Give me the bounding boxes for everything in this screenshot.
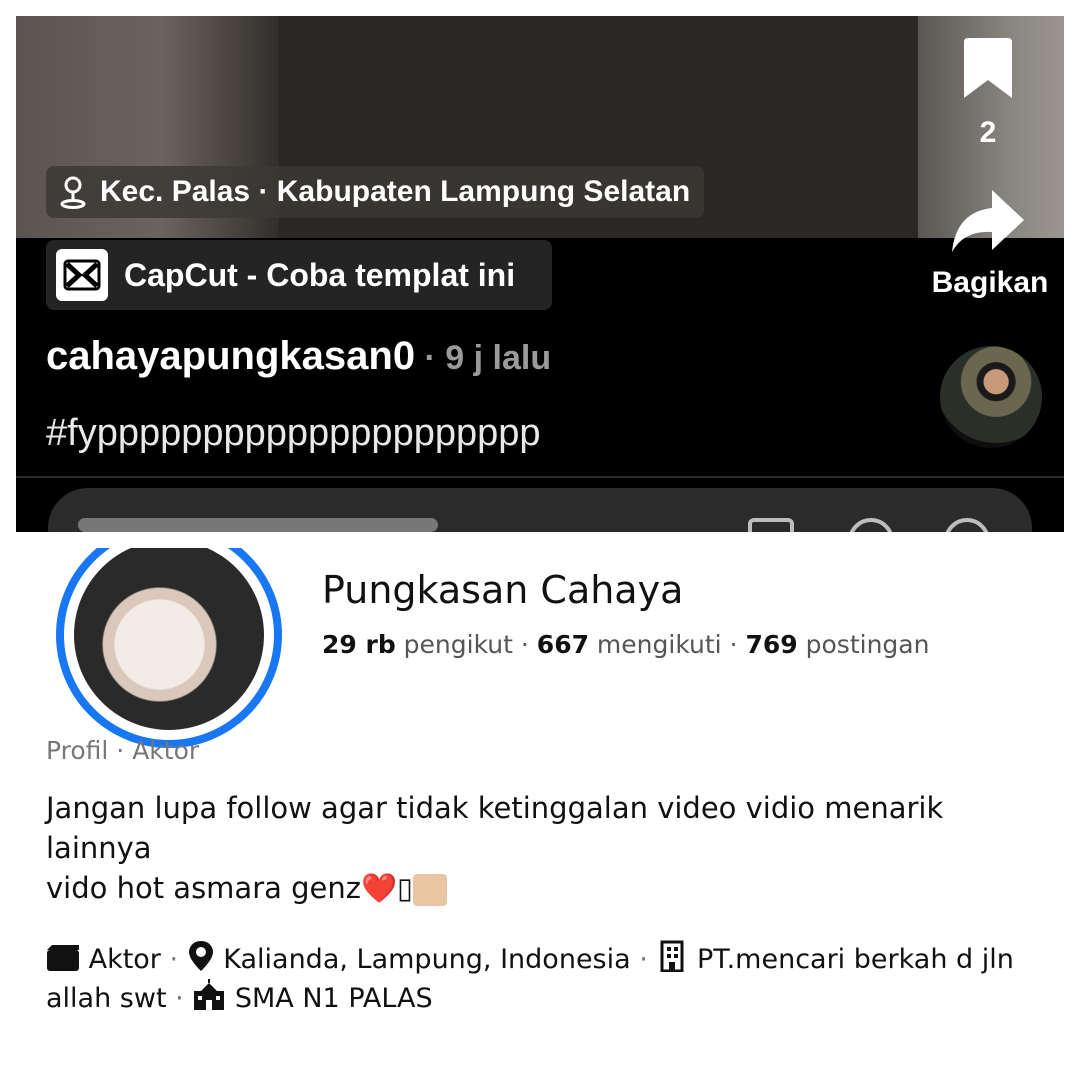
profile-photo — [74, 548, 264, 730]
location-label: Kec. Palas · Kabupaten Lampung Selatan — [100, 175, 691, 208]
bookmark-button[interactable] — [960, 36, 1016, 102]
profile-category: Profil · Aktor — [46, 736, 200, 765]
missing-glyph: ▯ — [397, 871, 414, 905]
following-label: mengikuti — [588, 630, 722, 659]
comment-input[interactable] — [48, 488, 1032, 532]
followers-count: 29 rb — [322, 630, 396, 659]
share-button[interactable] — [950, 188, 1026, 254]
post-time: · 9 j lalu — [415, 339, 552, 377]
heart-emoji: ❤️ — [360, 871, 398, 905]
capcut-template-link[interactable]: CapCut - Coba templat ini — [46, 240, 552, 310]
followers-label: pengikut — [395, 630, 513, 659]
divider — [16, 476, 1064, 478]
detail-separator: · — [166, 983, 193, 1014]
capcut-icon — [56, 249, 108, 301]
location-tag[interactable]: Kec. Palas · Kabupaten Lampung Selatan — [46, 166, 705, 218]
detail-separator: · — [630, 944, 657, 975]
video-author[interactable]: cahayapungkasan0 · 9 j lalu — [46, 334, 551, 379]
profile-name: Pungkasan Cahaya — [322, 568, 684, 612]
emoji-icon[interactable] — [944, 518, 990, 532]
school-icon — [194, 979, 225, 1010]
mention-icon[interactable] — [848, 518, 894, 532]
clapper-icon — [47, 945, 79, 971]
image-icon[interactable] — [748, 518, 794, 532]
location-pin-icon — [60, 176, 86, 209]
detail-separator: · — [160, 944, 187, 975]
profile-details: Aktor · Kalianda, Lampung, Indonesia · P… — [46, 940, 1046, 1018]
bio-text: vido hot asmara genz — [46, 871, 361, 905]
following-stat[interactable]: 667 mengikuti — [537, 630, 722, 659]
posts-stat: 769 postingan — [746, 630, 930, 659]
building-icon — [660, 940, 684, 972]
stat-separator: · — [729, 630, 746, 659]
bio-line-2: vido hot asmara genz❤️▯ — [46, 868, 1006, 908]
skin-tone-swatch — [413, 874, 448, 906]
followers-stat[interactable]: 29 rb pengikut — [322, 630, 513, 659]
share-icon — [952, 190, 1024, 252]
stat-separator: · — [520, 630, 537, 659]
creator-avatar[interactable] — [940, 346, 1042, 448]
detail-location[interactable]: Kalianda, Lampung, Indonesia — [223, 944, 630, 975]
bio-line-1: Jangan lupa follow agar tidak ketinggala… — [46, 791, 944, 865]
following-count: 667 — [536, 630, 589, 659]
author-username[interactable]: cahayapungkasan0 — [46, 334, 415, 378]
profile-panel: Pungkasan Cahaya 29 rb pengikut · 667 me… — [16, 548, 1064, 1064]
capcut-label: CapCut - Coba templat ini — [124, 256, 516, 293]
video-panel: Kec. Palas · Kabupaten Lampung Selatan C… — [16, 16, 1064, 532]
map-pin-icon — [188, 941, 213, 971]
comment-placeholder — [78, 518, 438, 532]
detail-job: Aktor — [88, 944, 161, 975]
posts-label: postingan — [797, 630, 930, 659]
bookmark-count: 2 — [979, 116, 997, 149]
detail-school: SMA N1 PALAS — [234, 983, 433, 1014]
share-label: Bagikan — [931, 266, 1049, 299]
profile-stats: 29 rb pengikut · 667 mengikuti · 769 pos… — [322, 630, 929, 659]
video-caption[interactable]: #fyppppppppppppppppppppp — [46, 412, 541, 455]
bookmark-icon — [964, 38, 1012, 98]
profile-avatar[interactable] — [56, 548, 282, 748]
posts-count: 769 — [745, 630, 798, 659]
profile-bio: Jangan lupa follow agar tidak ketinggala… — [46, 788, 1006, 908]
